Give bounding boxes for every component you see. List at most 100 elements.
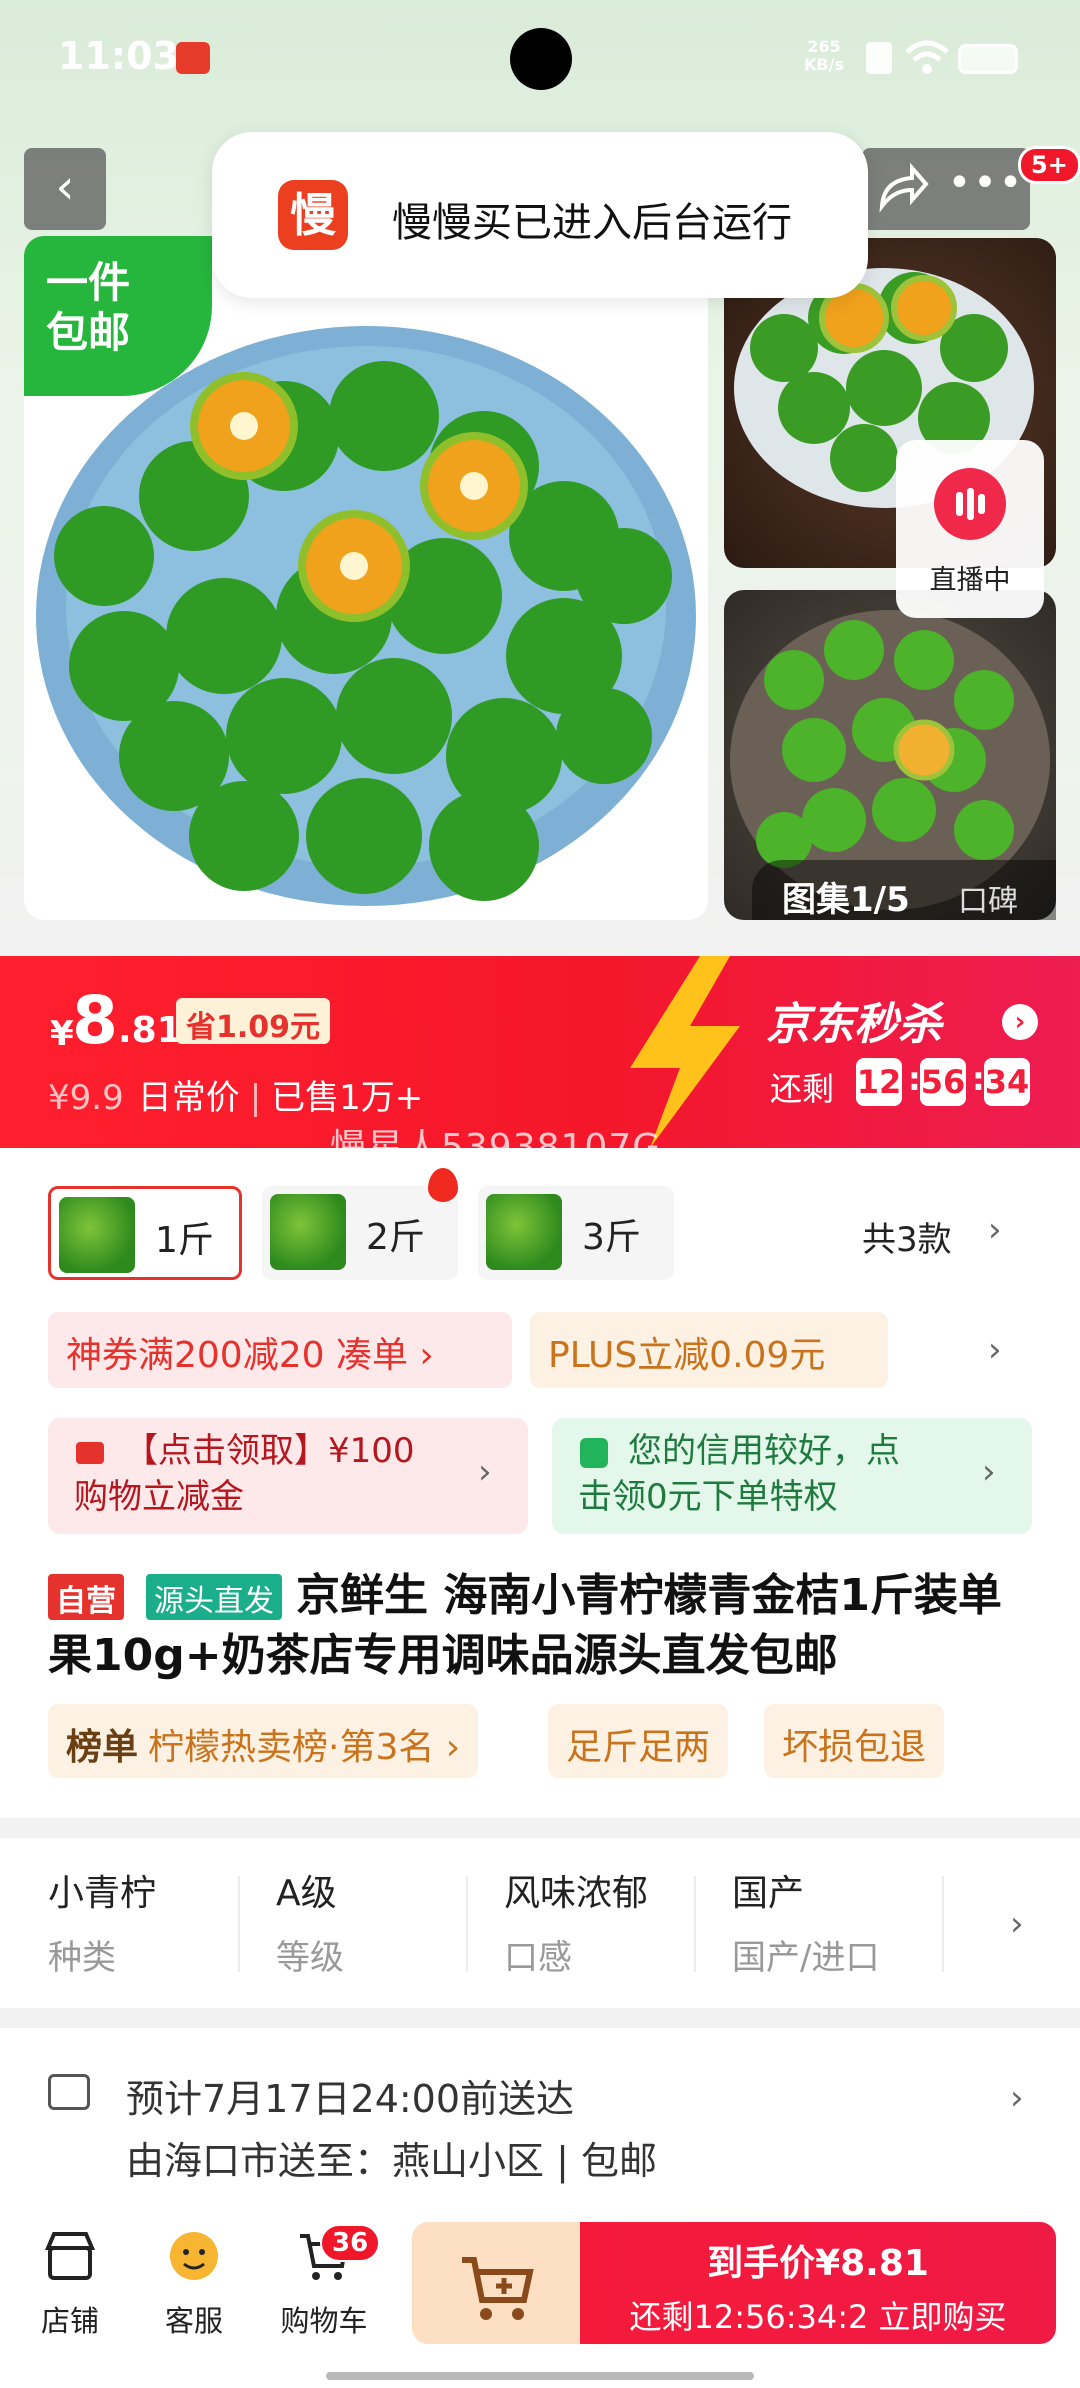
delivery-estimate[interactable]: 预计7月17日24:00前送达 — [126, 2068, 574, 2123]
store-button[interactable]: 店铺 — [10, 2226, 130, 2340]
hot-flame-icon — [428, 1168, 458, 1202]
network-speed-value: 265 — [807, 37, 841, 56]
self-operated-tag: 自营 — [48, 1574, 124, 1620]
coupon-plus[interactable]: PLUS立减0.09元 — [530, 1312, 888, 1388]
spec-separator — [238, 1876, 240, 1972]
countdown-colon: : — [972, 1060, 985, 1098]
variant-1jin[interactable]: 1斤 — [48, 1186, 242, 1280]
promo-credit-privilege[interactable]: 您的信用较好，点 击领0元下单特权 › — [552, 1418, 1032, 1534]
live-label: 直播中 — [929, 565, 1011, 596]
ranking-label: 榜单 — [66, 1727, 139, 1768]
countdown-seconds: 34 — [984, 1058, 1030, 1106]
old-price: ¥9.9 — [48, 1078, 124, 1118]
ranking-value: 柠檬热卖榜·第3名 › — [148, 1727, 461, 1768]
sold-count: 已售1万+ — [271, 1078, 424, 1118]
price-decimal: .81 — [118, 1010, 182, 1051]
spec-key: 口感 — [504, 1938, 572, 1978]
separator: | — [249, 1078, 262, 1118]
countdown-colon: : — [908, 1060, 921, 1098]
countdown-label: 还剩 — [770, 1070, 835, 1108]
price-currency: ¥ — [50, 1014, 74, 1054]
chevron-right-icon: › — [478, 1452, 492, 1492]
variant-label: 2斤 — [366, 1217, 425, 1258]
spec-grade[interactable]: A级 等级 — [276, 1864, 504, 1979]
variant-thumbnail — [59, 1197, 135, 1273]
spec-key: 国产/进口 — [732, 1938, 880, 1978]
manmanmai-logo-icon: 慢 — [278, 180, 348, 250]
promo-claim-line2: 购物立减金 — [74, 1477, 244, 1517]
reviews-tab[interactable]: 口碑 — [958, 876, 1018, 920]
countdown-minutes: 56 — [920, 1058, 966, 1106]
variant-3jin[interactable]: 3斤 — [478, 1186, 674, 1280]
delivery-truck-icon — [48, 2074, 90, 2110]
chevron-right-icon[interactable]: › — [1010, 2078, 1024, 2118]
spec-separator — [942, 1876, 944, 1972]
section-divider — [0, 2008, 1080, 2028]
camera-cutout — [510, 28, 572, 90]
spec-taste[interactable]: 风味浓郁 口感 — [504, 1864, 732, 1979]
live-bars-icon — [956, 488, 985, 520]
buy-now-button[interactable]: 到手价¥8.81 还剩12:56:34:2 立即购买 — [580, 2222, 1056, 2344]
all-variants-link[interactable]: 共3款 — [862, 1212, 952, 1261]
spec-value: 国产 — [732, 1873, 805, 1914]
app-notification-icon — [176, 42, 210, 74]
sim-icon — [866, 42, 892, 74]
add-to-cart-button[interactable] — [412, 2222, 582, 2344]
section-divider — [0, 1818, 1080, 1838]
variant-2jin[interactable]: 2斤 — [262, 1186, 458, 1280]
more-button[interactable]: ••• — [942, 148, 1030, 230]
share-button[interactable] — [862, 148, 942, 230]
live-icon — [934, 468, 1006, 540]
spec-value: 风味浓郁 — [504, 1873, 649, 1914]
status-time: 11:03 — [58, 34, 179, 78]
promo-claim-line1: 【点击领取】¥100 — [124, 1431, 415, 1471]
toast-message: 慢慢买已进入后台运行 — [392, 200, 792, 246]
full-weight-chip[interactable]: 足斤足两 — [548, 1704, 729, 1778]
spec-separator — [694, 1876, 696, 1972]
spec-variety[interactable]: 小青柠 种类 — [48, 1864, 276, 1979]
home-indicator[interactable] — [326, 2372, 754, 2380]
chevron-right-icon[interactable]: › — [1010, 1904, 1024, 1944]
daily-price-label: 日常价 — [137, 1078, 240, 1118]
store-icon — [44, 2232, 96, 2280]
variant-thumbnail — [270, 1194, 346, 1270]
price-subline: ¥9.9 日常价 | 已售1万+ — [48, 1070, 423, 1119]
seckill-arrow-icon[interactable]: › — [1002, 1004, 1038, 1040]
promo-claim-credit[interactable]: 【点击领取】¥100 购物立减金 › — [48, 1418, 528, 1534]
free-shipping-line1: 一件 — [46, 258, 131, 307]
spec-value: 小青柠 — [48, 1873, 157, 1914]
chevron-right-icon[interactable]: › — [988, 1330, 1002, 1370]
promo-credit-text: 您的信用较好，点 击领0元下单特权 — [578, 1428, 978, 1520]
back-button[interactable]: ‹ — [24, 148, 106, 230]
add-cart-icon — [462, 2257, 534, 2320]
promo-credit-line2: 击领0元下单特权 — [578, 1477, 838, 1517]
store-label: 店铺 — [40, 2304, 99, 2338]
status-bar: 11:03 265 KB/s — [0, 0, 1080, 120]
battery-icon — [958, 44, 1018, 74]
live-stream-button[interactable]: 直播中 — [896, 440, 1044, 618]
chevron-right-icon[interactable]: › — [988, 1210, 1002, 1250]
spec-key: 种类 — [48, 1938, 116, 1978]
save-tag: 省1.09元 — [176, 998, 331, 1045]
spec-origin[interactable]: 国产 国产/进口 — [732, 1864, 960, 1979]
customer-service-label: 客服 — [164, 2304, 223, 2338]
variant-label: 1斤 — [155, 1220, 214, 1261]
damage-refund-chip[interactable]: 坏损包退 — [764, 1704, 945, 1778]
wifi-icon — [905, 40, 949, 74]
ranking-chip[interactable]: 榜单 柠檬热卖榜·第3名 › — [48, 1704, 479, 1778]
source-direct-tag: 源头直发 — [146, 1574, 282, 1620]
coupon-shenquan[interactable]: 神券满200减20 凑单 › — [48, 1312, 512, 1388]
spec-separator — [466, 1876, 468, 1972]
seckill-title[interactable]: 京东秒杀 — [766, 988, 942, 1052]
share-icon — [879, 162, 929, 213]
delivery-address[interactable]: 由海口市送至：燕山小区 | 包邮 — [126, 2130, 657, 2185]
spec-value: A级 — [276, 1873, 337, 1914]
customer-service-icon — [170, 2232, 218, 2280]
customer-service-button[interactable]: 客服 — [134, 2226, 254, 2340]
chevron-right-icon: › — [982, 1452, 996, 1492]
gallery-counter[interactable]: 图集1/5 — [782, 872, 910, 921]
network-speed: 265 KB/s — [804, 38, 844, 74]
price-integer: 8 — [72, 982, 118, 1059]
promo-credit-line1: 您的信用较好，点 — [628, 1431, 900, 1471]
coupon-plus-label: PLUS立减0.09元 — [548, 1335, 826, 1376]
